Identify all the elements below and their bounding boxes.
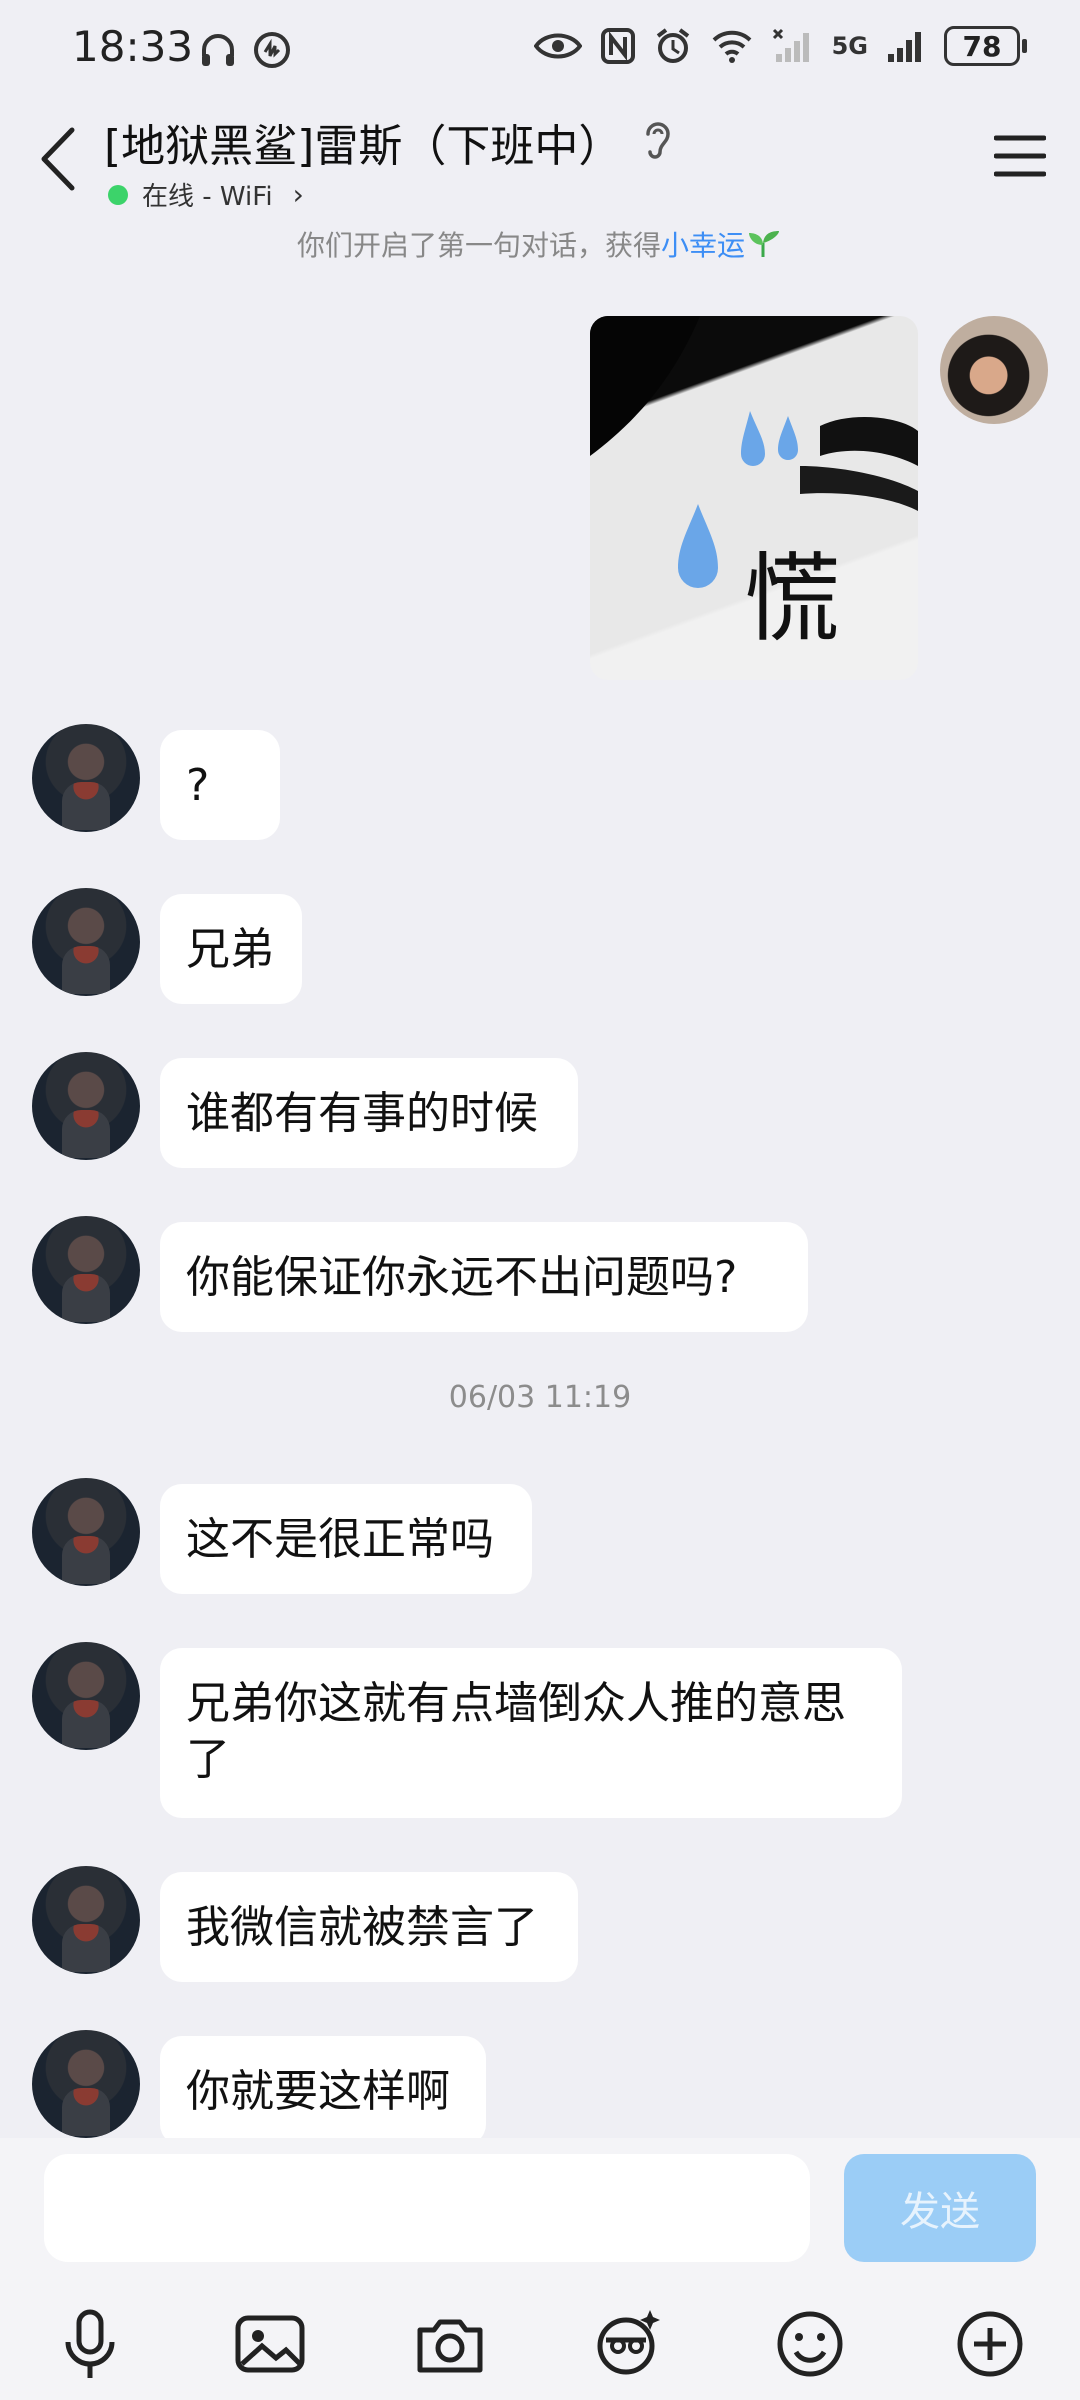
- ear-icon[interactable]: [640, 118, 676, 162]
- message-bubble[interactable]: 你就要这样啊: [160, 2036, 486, 2146]
- contact-avatar[interactable]: [32, 724, 140, 832]
- message-bubble[interactable]: ?: [160, 730, 280, 840]
- composer: 发送: [0, 2138, 1080, 2400]
- emoji-icon[interactable]: [772, 2306, 848, 2382]
- contact-avatar[interactable]: [32, 1216, 140, 1324]
- chevron-right-icon: ›: [292, 178, 304, 211]
- chat-screen: 18:33 5G 78 [地狱黑鲨]雷斯（下班中） 在线 - WiFi › 你们…: [0, 0, 1080, 2400]
- battery-icon: 78: [944, 26, 1027, 66]
- message-bubble[interactable]: 兄弟: [160, 894, 302, 1004]
- contact-avatar[interactable]: [32, 888, 140, 996]
- sprout-icon: [749, 231, 780, 257]
- contact-avatar[interactable]: [32, 2030, 140, 2138]
- composer-toolbar: [0, 2288, 1080, 2398]
- sticker-caption: 慌: [744, 543, 840, 655]
- chat-title[interactable]: [地狱黑鲨]雷斯（下班中）: [104, 110, 622, 174]
- send-button[interactable]: 发送: [844, 2154, 1036, 2262]
- online-dot-icon: [108, 184, 128, 205]
- contact-avatar[interactable]: [32, 1052, 140, 1160]
- contact-avatar[interactable]: [32, 1478, 140, 1586]
- status-bar: 18:33 5G 78: [0, 0, 1080, 100]
- sticker-message[interactable]: 慌: [590, 316, 918, 680]
- battery-level: 78: [962, 29, 1002, 63]
- signal-disabled-icon: [772, 28, 809, 62]
- signal-icon: [888, 32, 921, 62]
- app-notification-icon: [254, 32, 290, 68]
- message-timestamp: 06/03 11:19: [448, 1380, 632, 1415]
- my-avatar[interactable]: [940, 316, 1048, 424]
- nfc-icon: [600, 28, 635, 64]
- contact-avatar[interactable]: [32, 1642, 140, 1750]
- message-bubble[interactable]: 兄弟你这就有点墙倒众人推的意思了: [160, 1648, 902, 1818]
- message-bubble[interactable]: 你能保证你永远不出问题吗?: [160, 1222, 808, 1332]
- status-left-icons: [198, 30, 292, 70]
- online-status-label: 在线 - WiFi: [142, 182, 273, 212]
- sticker-search-icon[interactable]: [590, 2306, 666, 2382]
- chat-header: [地狱黑鲨]雷斯（下班中） 在线 - WiFi ›: [0, 100, 1080, 230]
- microphone-icon[interactable]: [52, 2306, 128, 2382]
- online-status[interactable]: 在线 - WiFi ›: [108, 176, 304, 213]
- system-note-text: 你们开启了第一句对话，获得: [296, 229, 661, 262]
- status-time: 18:33: [72, 22, 194, 71]
- image-icon[interactable]: [232, 2306, 308, 2382]
- headphones-icon: [202, 34, 234, 66]
- contact-avatar[interactable]: [32, 1866, 140, 1974]
- message-bubble[interactable]: 我微信就被禁言了: [160, 1872, 578, 1982]
- network-type: 5G: [831, 32, 868, 60]
- camera-icon[interactable]: [412, 2306, 488, 2382]
- message-bubble[interactable]: 谁都有有事的时候: [160, 1058, 578, 1168]
- alarm-icon: [656, 28, 689, 63]
- eye-icon: [533, 33, 582, 59]
- back-icon[interactable]: [34, 124, 82, 194]
- lucky-link[interactable]: 小幸运: [661, 229, 745, 262]
- system-note: 你们开启了第一句对话，获得小幸运: [0, 224, 1080, 264]
- wifi-icon: [712, 30, 751, 63]
- menu-icon[interactable]: [994, 134, 1046, 178]
- message-input[interactable]: [44, 2154, 810, 2262]
- status-right-icons: 5G 78: [533, 26, 1027, 66]
- add-icon[interactable]: [952, 2306, 1028, 2382]
- message-bubble[interactable]: 这不是很正常吗: [160, 1484, 532, 1594]
